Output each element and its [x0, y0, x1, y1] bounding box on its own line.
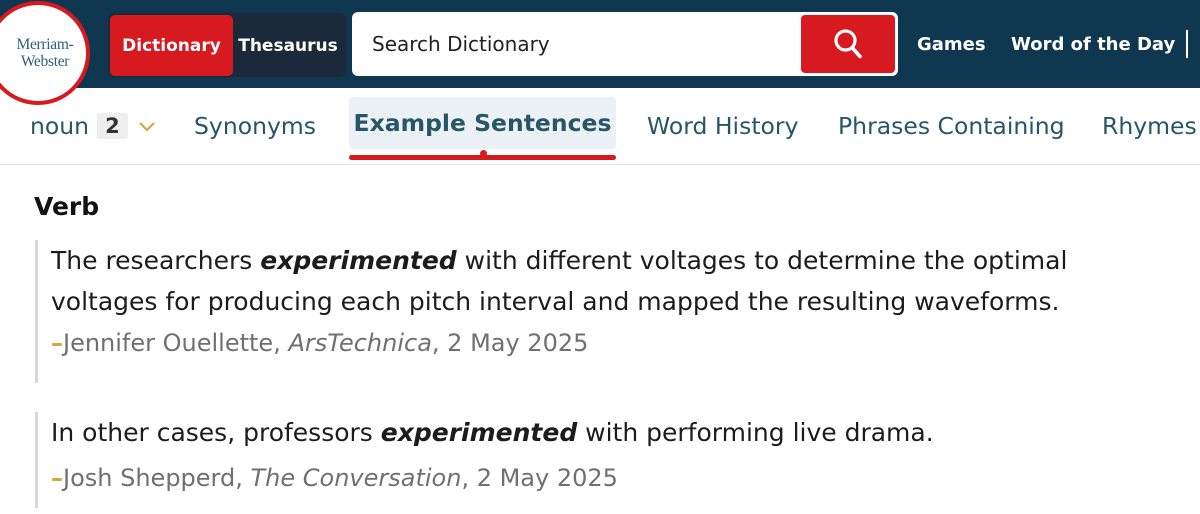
- citation-source-link[interactable]: The Conversation: [251, 464, 462, 492]
- tab-synonyms[interactable]: Synonyms: [194, 88, 316, 164]
- logo-line-1: Merriam-: [16, 36, 74, 53]
- search-icon: [834, 29, 862, 59]
- games-link[interactable]: Games: [917, 0, 986, 88]
- citation-dash: –: [51, 329, 63, 357]
- citation-dash: –: [51, 464, 63, 492]
- highlighted-word: experimented: [380, 418, 578, 447]
- sentence-text: The researchers experimented with differ…: [51, 246, 1068, 316]
- citation-author: Josh Shepperd,: [63, 464, 251, 492]
- noun-count-badge: 2: [97, 113, 128, 139]
- word-of-the-day-link[interactable]: Word of the Day: [1011, 0, 1175, 88]
- search-box: [352, 12, 898, 76]
- tab-example-sentences[interactable]: Example Sentences: [349, 97, 616, 149]
- logo-line-2: Webster: [20, 53, 70, 70]
- highlighted-word: experimented: [260, 246, 457, 275]
- dictionary-tab[interactable]: Dictionary: [110, 15, 233, 76]
- tab-word-history[interactable]: Word History: [647, 88, 798, 164]
- citation-date: , 2 May 2025: [431, 329, 589, 357]
- active-tab-dot: [480, 150, 487, 157]
- thesaurus-tab[interactable]: Thesaurus: [233, 15, 343, 76]
- tab-phrases-containing[interactable]: Phrases Containing: [838, 88, 1065, 164]
- search-input[interactable]: [372, 12, 792, 76]
- tab-rhymes[interactable]: Rhymes: [1102, 88, 1197, 164]
- search-button[interactable]: [801, 15, 895, 73]
- citation: –Jennifer Ouellette, ArsTechnica, 2 May …: [51, 326, 1165, 360]
- citation-author: Jennifer Ouellette,: [63, 329, 289, 357]
- citation: –Josh Shepperd, The Conversation, 2 May …: [51, 461, 1165, 495]
- example-sentence: In other cases, professors experimented …: [35, 412, 1165, 508]
- citation-date: , 2 May 2025: [461, 464, 618, 492]
- citation-source-link[interactable]: ArsTechnica: [288, 329, 431, 357]
- section-heading: Verb: [34, 192, 100, 221]
- sentence-text: In other cases, professors experimented …: [51, 418, 934, 447]
- noun-label: noun: [30, 112, 90, 140]
- example-sentence: The researchers experimented with differ…: [35, 240, 1165, 383]
- site-header: Dictionary Thesaurus Games Word of the D…: [0, 0, 1200, 88]
- chevron-down-icon: [138, 122, 155, 132]
- header-divider: [1186, 30, 1188, 58]
